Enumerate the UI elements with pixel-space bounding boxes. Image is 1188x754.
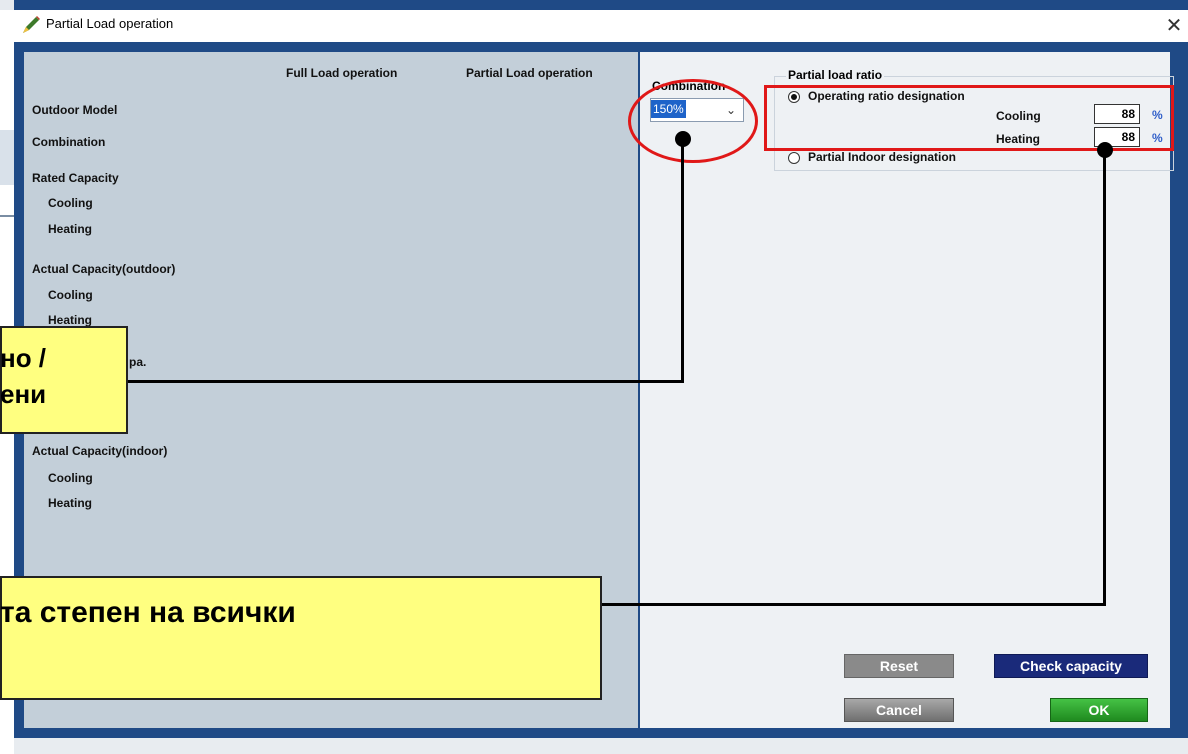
window-title: Partial Load operation [46,16,174,31]
row-outdoor-cooling: Cooling [48,288,93,302]
callout-text: та степен на всички [0,596,296,629]
column-header-full-load: Full Load operation [286,66,398,80]
cancel-button[interactable]: Cancel [844,698,954,722]
check-capacity-button[interactable]: Check capacity [994,654,1148,678]
row-indoor-cooling: Cooling [48,471,93,485]
connector-line [681,139,684,383]
row-rated-heating: Heating [48,222,93,236]
callout-text: но / ени [0,343,47,409]
connector-line [128,380,684,383]
row-actual-outdoor: Actual Capacity(outdoor) [32,262,176,276]
row-outdoor-model: Outdoor Model [32,103,118,117]
background-window-divider [0,215,14,217]
row-actual-indoor: Actual Capacity(indoor) [32,444,168,458]
status-strip [14,738,1188,754]
background-window-bar [14,0,1188,10]
row-outdoor-heating: Heating [48,313,93,327]
partial-indoor-radio[interactable] [788,152,800,164]
row-indoor-heating: Heating [48,496,93,510]
partial-indoor-label: Partial Indoor designation [808,150,957,164]
title-bar [14,10,1188,43]
row-rated-capacity: Rated Capacity [32,171,119,185]
row-partial-label: pa. [129,355,147,369]
row-rated-cooling: Cooling [48,196,93,210]
ok-button[interactable]: OK [1050,698,1148,722]
pencil-icon [23,16,40,33]
connector-line [602,603,1106,606]
close-button[interactable]: ✕ [1160,12,1188,40]
row-combination: Combination [32,135,106,149]
partial-load-ratio-title: Partial load ratio [786,68,885,82]
reset-button[interactable]: Reset [844,654,954,678]
column-header-partial-load: Partial Load operation [466,66,593,80]
highlight-rectangle [764,85,1174,151]
background-window-edge [0,130,14,185]
highlight-circle [628,79,758,163]
callout-box [0,576,602,700]
connector-line [1103,150,1106,606]
